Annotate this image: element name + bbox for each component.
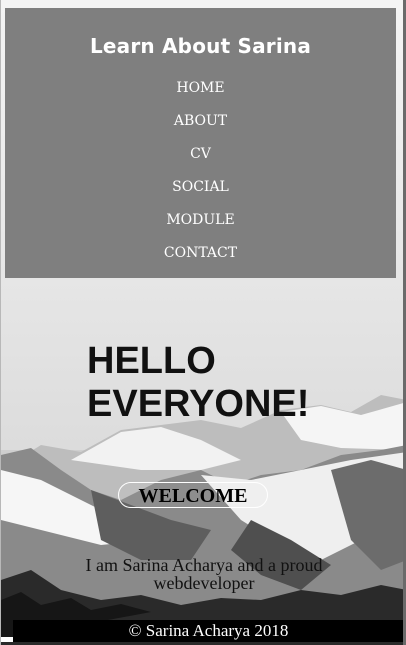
nav-link-module[interactable]: MODULE (166, 212, 234, 228)
nav-link-contact[interactable]: CONTACT (164, 245, 237, 261)
nav-item-about: ABOUT (5, 111, 396, 144)
intro-text: I am Sarina Acharya and a proud webdevel… (85, 555, 323, 593)
hero-heading: HELLO EVERYONE! (87, 340, 387, 426)
site-brand-title[interactable]: Learn About Sarina (5, 34, 396, 58)
nav-item-cv: CV (5, 144, 396, 177)
welcome-button[interactable]: WELCOME (118, 482, 268, 508)
nav-item-home: HOME (5, 78, 396, 111)
nav-link-social[interactable]: SOCIAL (172, 179, 229, 195)
footer-copyright: © Sarina Acharya 2018 (128, 621, 289, 640)
site-footer: © Sarina Acharya 2018 (13, 620, 403, 642)
nav-link-home[interactable]: HOME (176, 80, 224, 96)
hero-heading-line-1: HELLO (87, 340, 216, 382)
hero-heading-line-2: EVERYONE! (87, 383, 310, 425)
nav-menu: HOME ABOUT CV SOCIAL MODULE CONTACT (5, 78, 396, 276)
site-navbar: Learn About Sarina HOME ABOUT CV SOCIAL … (5, 8, 396, 278)
nav-link-cv[interactable]: CV (190, 146, 211, 162)
browser-viewport: Learn About Sarina HOME ABOUT CV SOCIAL … (0, 0, 406, 645)
nav-item-social: SOCIAL (5, 177, 396, 210)
nav-item-module: MODULE (5, 210, 396, 243)
nav-item-contact: CONTACT (5, 243, 396, 276)
page-edge-marker (1, 637, 13, 642)
nav-link-about[interactable]: ABOUT (174, 113, 227, 129)
